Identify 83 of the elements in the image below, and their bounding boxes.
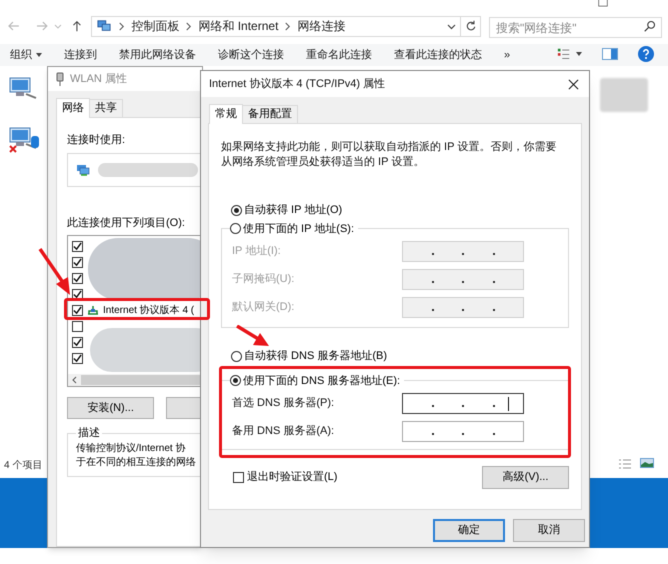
wifi-adapter-icon [56,72,64,86]
view-list-icon [557,47,571,61]
horizontal-scrollbar[interactable] [68,374,202,386]
chevron-icon [118,22,126,30]
radio-button[interactable] [230,223,241,234]
dropdown-caret-icon [54,22,62,30]
toolbar-button[interactable]: 禁用此网络设备 [119,46,196,64]
field-label: 连接时使用: [67,132,126,148]
ok-button[interactable]: 确定 [433,519,505,542]
tab[interactable]: 网络 [56,98,90,118]
intro-text: 如果网络支持此功能，则可以获取自动指派的 IP 设置。否则，你需要从网络系统管理员处获得适当的 IP 设置。 [221,140,558,170]
breadcrumb-item[interactable]: 控制面板 [131,17,180,35]
blurred-area [600,78,648,112]
close-icon [568,78,578,90]
field-label: 默认网关(D): [232,300,294,315]
annotation-arrow [236,325,270,347]
breadcrumb-item[interactable]: 网络和 Internet [198,17,278,35]
checkbox[interactable] [72,304,83,316]
maximize-icon [598,0,608,8]
status-text: 4 个项目 [4,459,42,473]
list-item-text[interactable]: Internet 协议版本 4 ( [103,302,194,318]
tab[interactable]: 备用配置 [243,105,298,123]
search-field[interactable]: 搜索"网络连接" [488,17,662,38]
dropdown-caret-icon [447,22,456,30]
ip-address-field[interactable] [402,420,524,442]
field-label: 此连接使用下列项目(O): [67,216,186,230]
search-icon [644,20,656,32]
network-adapter-icon [76,164,90,176]
tab[interactable]: 常规 [209,104,243,124]
chevron-icon [284,22,292,30]
toolbar-button[interactable]: 查看此连接的状态 [394,46,482,64]
checkbox[interactable] [72,352,83,364]
checkbox[interactable] [72,336,83,348]
description-text: 于在不同的相互连接的网络 [76,456,197,470]
radio-button[interactable] [230,375,241,386]
field-label: IP 地址(I): [232,244,281,259]
scrollbar-thumb[interactable] [81,375,201,385]
details-view-icon [618,458,632,470]
radio-button[interactable] [231,350,242,362]
checkbox[interactable] [72,288,83,300]
radio-option[interactable]: 使用下面的 IP 地址(S): [230,220,354,237]
refresh-icon [464,20,477,32]
breadcrumb-item[interactable]: 网络连接 [297,17,346,35]
radio-option[interactable]: 自动获得 IP 地址(O) [231,202,342,218]
checkbox[interactable] [72,320,83,332]
uninstall-button[interactable] [166,397,202,419]
checkbox[interactable] [233,472,244,483]
preview-pane-icon [602,48,618,60]
caret-icon [36,53,42,57]
cancel-button[interactable]: 取消 [513,519,585,542]
large-icons-view-icon [640,458,654,468]
chevron-icon [185,22,192,30]
toolbar-button[interactable]: 诊断这个连接 [218,46,284,64]
address-bar[interactable]: 控制面板 网络和 Internet 网络连接 [91,16,462,36]
radio-option[interactable]: 自动获得 DNS 服务器地址(B) [231,348,387,364]
radio-option[interactable]: 使用下面的 DNS 服务器地址(E): [230,372,400,389]
network-protocol-icon [87,305,99,315]
dialog-title: Internet 协议版本 4 (TCP/IPv4) 属性 [209,76,386,92]
checkbox[interactable] [72,272,83,284]
dialog-title: WLAN 属性 [70,72,127,87]
ip-address-field[interactable] [402,392,524,414]
group-label: 描述 [77,426,101,441]
menu-button[interactable]: 组织 [10,46,42,64]
description-text: 传输控制协议/Internet 协 [76,442,186,456]
refresh-button[interactable] [461,16,481,36]
text-cursor [508,396,509,410]
checkbox[interactable] [72,256,83,268]
toolbar-button[interactable]: 重命名此连接 [306,46,372,64]
network-computer-icon [96,19,112,33]
checkbox[interactable] [72,240,83,252]
install-button[interactable]: 安装(N)... [67,397,154,419]
field-label: 备用 DNS 服务器(A): [232,424,334,439]
advanced-button[interactable]: 高级(V)... [482,466,569,489]
field-label: 子网掩码(U): [232,272,294,287]
more-button[interactable]: » [504,46,510,64]
annotation-arrow [38,248,72,296]
tab[interactable]: 共享 [90,99,123,117]
field-label: 首选 DNS 服务器(P): [232,396,334,411]
checkbox-option[interactable]: 退出时验证设置(L) [233,469,338,486]
radio-button[interactable] [231,204,242,216]
toolbar-button[interactable]: 连接到 [64,46,97,64]
view-options-button[interactable] [557,47,582,61]
caret-icon [576,52,582,56]
